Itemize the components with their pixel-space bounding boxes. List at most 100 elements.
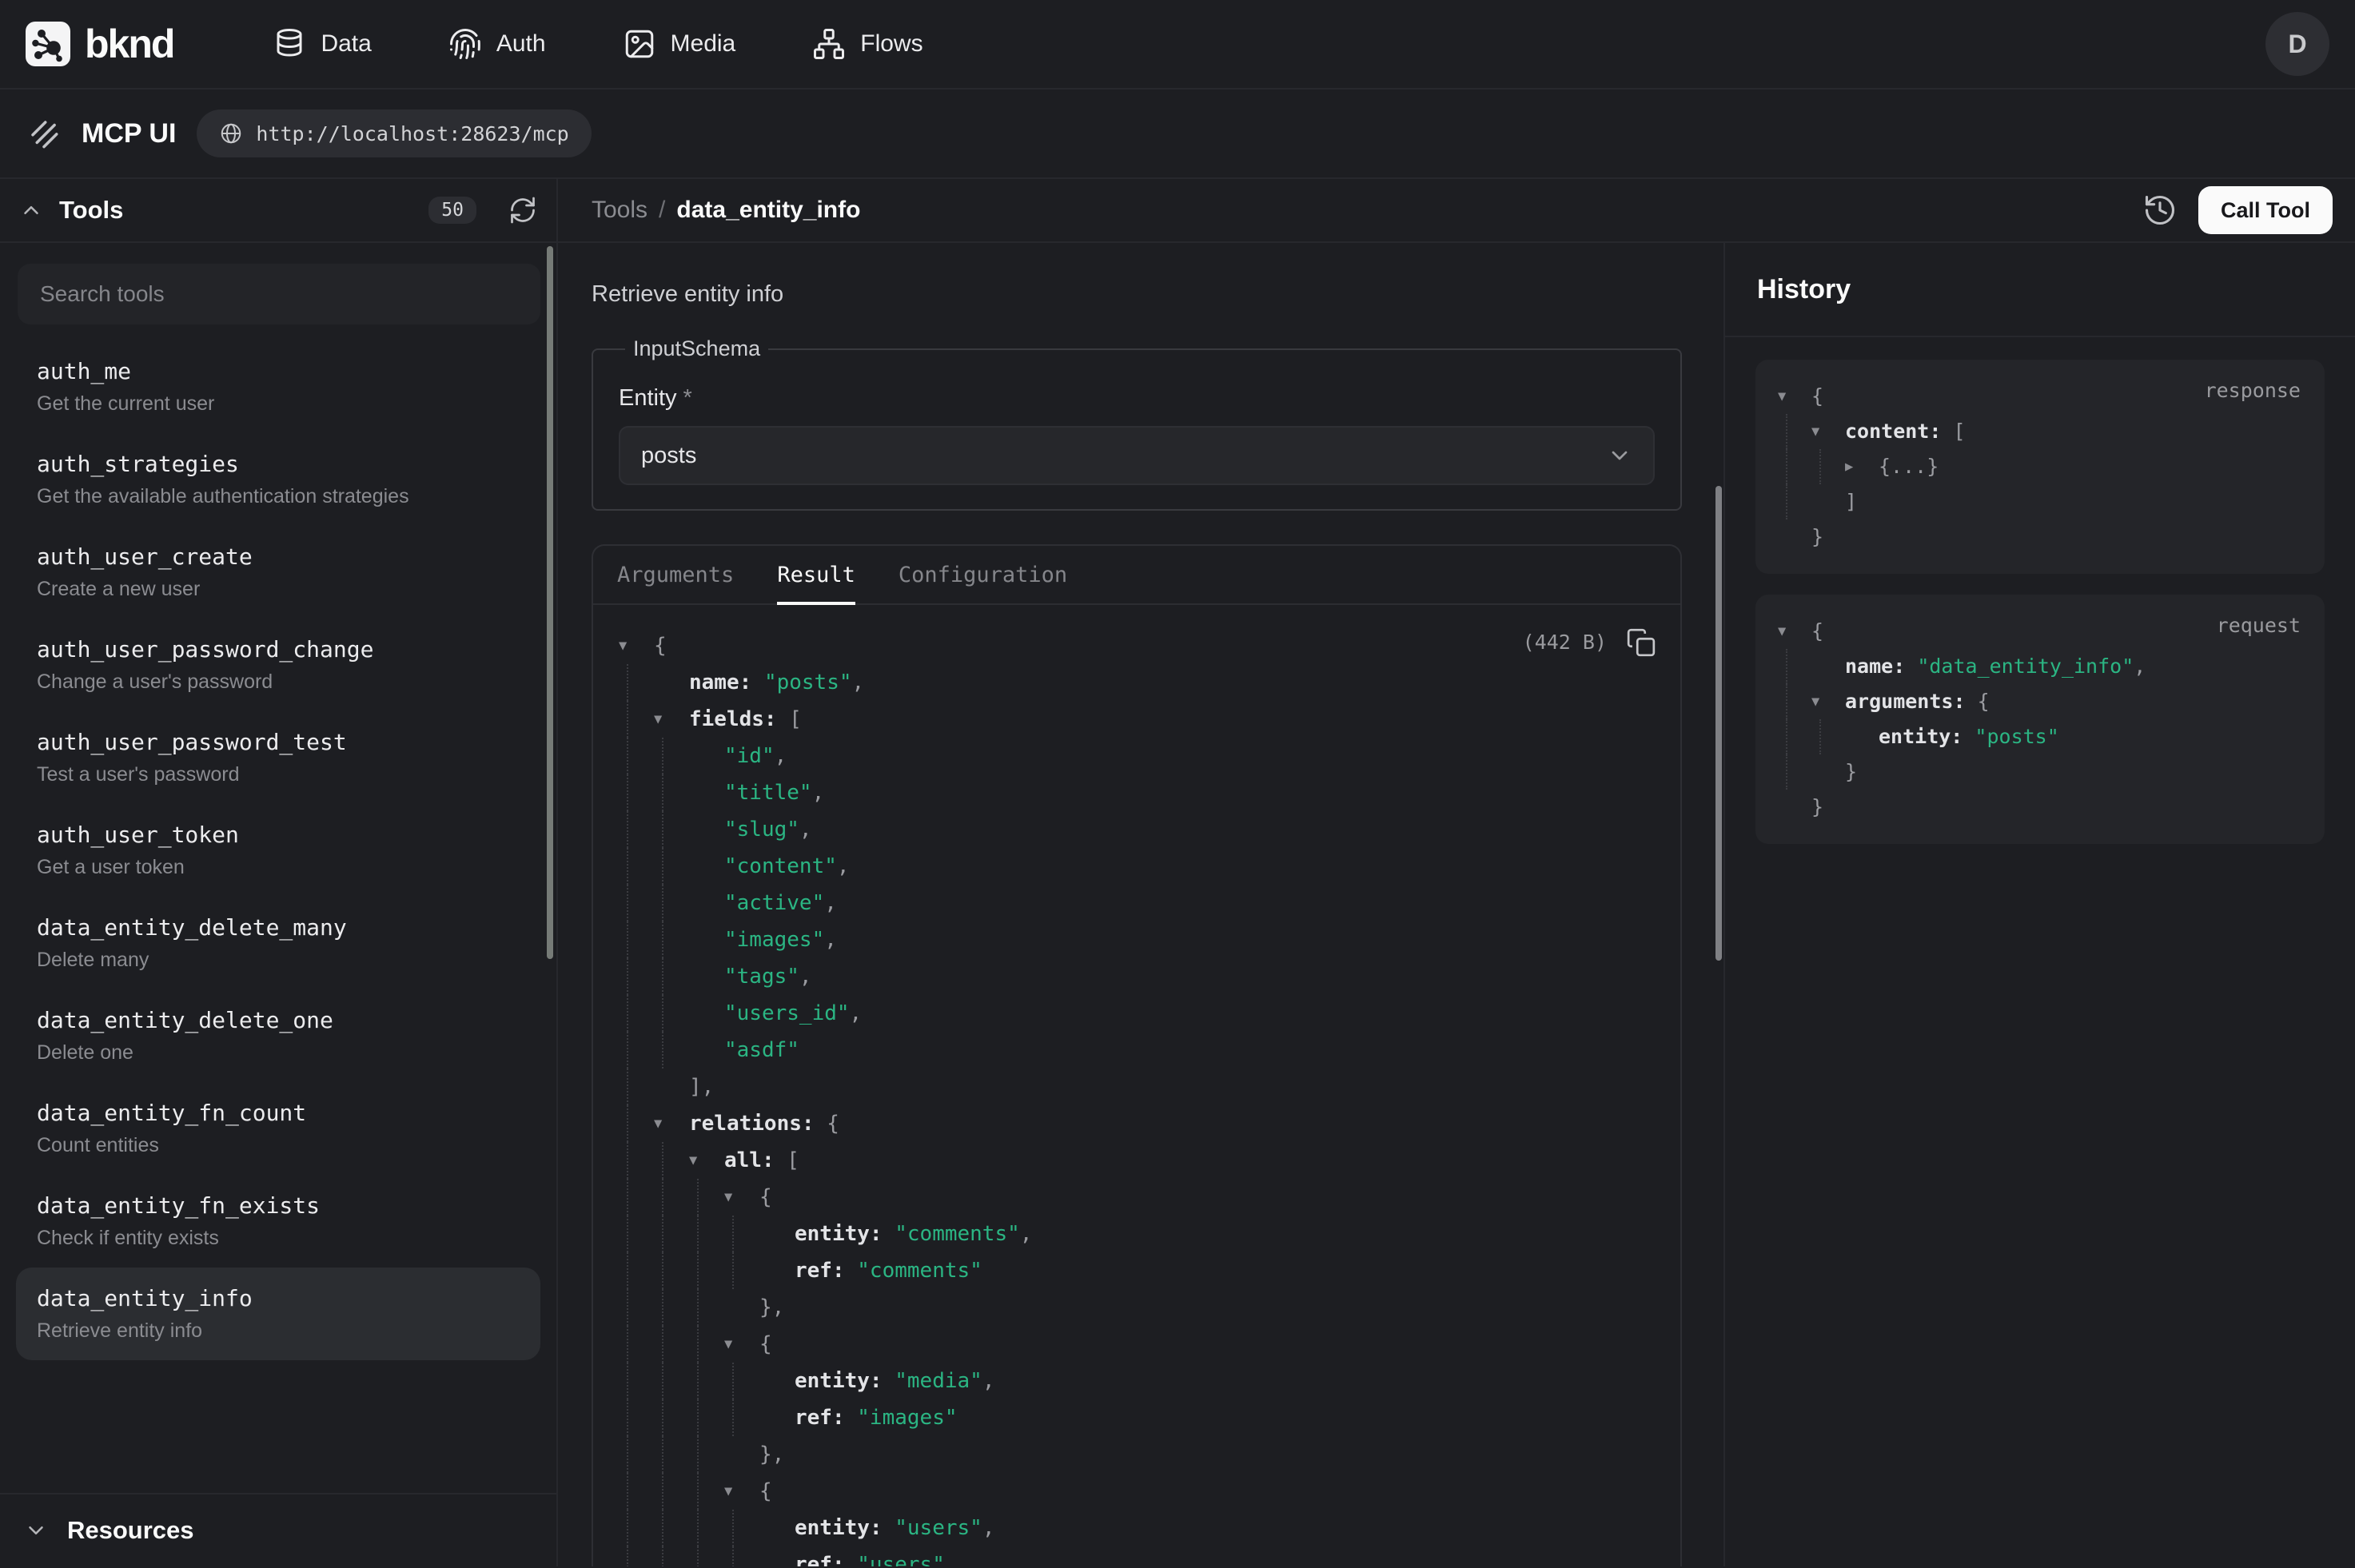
sidebar-scrollbar[interactable] (547, 246, 553, 959)
tab-configuration[interactable]: Configuration (899, 546, 1067, 603)
sidebar-item-auth_user_create[interactable]: auth_user_createCreate a new user (16, 526, 540, 619)
json-string: "data_entity_info" (1917, 655, 2134, 678)
tool-description: Check if entity exists (37, 1227, 520, 1250)
tab-arguments[interactable]: Arguments (617, 546, 734, 603)
indent-guide (654, 1363, 689, 1399)
json-punct: { (1811, 384, 1823, 408)
json-line: }, (619, 1436, 1655, 1473)
collapse-marker-icon[interactable]: ▼ (724, 1179, 759, 1216)
json-key: name: (689, 671, 751, 694)
json-line: ref: "comments" (619, 1252, 1655, 1289)
copy-result-button[interactable] (1626, 627, 1656, 658)
collapse-marker-icon[interactable]: ▼ (724, 1326, 759, 1363)
json-punct: { (759, 1332, 772, 1356)
sidebar-item-data_entity_delete_one[interactable]: data_entity_delete_oneDelete one (16, 989, 540, 1082)
resources-section-header[interactable]: Resources (0, 1493, 556, 1566)
json-string: "comments" (895, 1222, 1020, 1246)
sidebar-item-auth_strategies[interactable]: auth_strategiesGet the available authent… (16, 433, 540, 526)
collapse-marker-icon[interactable]: ▼ (724, 1473, 759, 1510)
nav-item-flows[interactable]: Flows (812, 27, 922, 61)
refresh-tools-button[interactable] (508, 196, 537, 225)
sidebar-item-data_entity_fn_exists[interactable]: data_entity_fn_existsCheck if entity exi… (16, 1175, 540, 1268)
nav-item-auth[interactable]: Auth (448, 27, 546, 61)
history-entry-response[interactable]: response▼{▼content: [▶{...}]} (1755, 360, 2325, 574)
tools-section-title: Tools (59, 196, 123, 225)
result-tabs: Arguments Result Configuration (593, 546, 1680, 605)
nav-item-media[interactable]: Media (623, 27, 736, 61)
expand-marker-icon[interactable]: ▶ (1845, 449, 1879, 484)
json-key: entity: (795, 1369, 883, 1393)
indent-guide (654, 1510, 689, 1546)
breadcrumb-tools[interactable]: Tools (592, 197, 648, 224)
indent-guide (619, 1142, 654, 1179)
collapse-marker-icon[interactable]: ▼ (1811, 414, 1845, 449)
tool-name: data_entity_info (37, 1285, 520, 1311)
indent-guide (619, 885, 654, 921)
tool-name: auth_strategies (37, 451, 520, 477)
collapse-marker-icon[interactable]: ▼ (654, 701, 689, 738)
indent-guide (1778, 719, 1811, 754)
sidebar-item-data_entity_delete_many[interactable]: data_entity_delete_manyDelete many (16, 897, 540, 989)
indent-guide (619, 701, 654, 738)
json-string: "posts" (764, 671, 852, 694)
sidebar-item-auth_user_token[interactable]: auth_user_tokenGet a user token (16, 804, 540, 897)
collapse-marker-icon[interactable]: ▼ (619, 627, 654, 664)
tool-description: Get a user token (37, 856, 520, 879)
json-line: "id", (619, 738, 1655, 774)
sidebar-item-auth_user_password_test[interactable]: auth_user_password_testTest a user's pas… (16, 711, 540, 804)
json-key: all: (724, 1148, 775, 1172)
indent-guide (619, 1473, 654, 1510)
server-url-pill[interactable]: http://localhost:28623/mcp (197, 109, 591, 157)
indent-guide (619, 811, 654, 848)
bknd-logo[interactable]: bknd (26, 21, 173, 67)
indent-guide (619, 848, 654, 885)
sidebar-item-auth_me[interactable]: auth_meGet the current user (16, 340, 540, 433)
json-punct: , (812, 781, 825, 805)
indent-guide (654, 1473, 689, 1510)
sidebar-item-auth_user_password_change[interactable]: auth_user_password_changeChange a user's… (16, 619, 540, 711)
entity-select[interactable]: posts (619, 426, 1655, 485)
json-punct: , (982, 1516, 995, 1540)
indent-guide (619, 1546, 654, 1566)
collapse-marker-icon[interactable]: ▼ (654, 1105, 689, 1142)
json-line: "asdf" (619, 1032, 1655, 1069)
indent-guide (654, 1399, 689, 1436)
json-line: name: "data_entity_info", (1778, 649, 2302, 684)
sidebar-item-data_entity_info[interactable]: data_entity_infoRetrieve entity info (16, 1268, 540, 1360)
indent-guide (619, 958, 654, 995)
indent-guide (1811, 719, 1845, 754)
tool-description: Delete many (37, 949, 520, 972)
tool-description: Change a user's password (37, 671, 520, 694)
indent-guide (619, 1069, 654, 1105)
user-avatar[interactable]: D (2265, 12, 2329, 76)
marker-space (1778, 790, 1811, 825)
indent-guide (619, 664, 654, 701)
indent-guide (654, 958, 689, 995)
collapse-marker-icon[interactable]: ▼ (1811, 684, 1845, 719)
json-punct: } (1811, 525, 1823, 548)
result-scrollbar[interactable] (1715, 486, 1722, 961)
chevron-up-icon[interactable] (19, 198, 43, 222)
json-string: "posts" (1974, 725, 2058, 748)
json-key: entity: (1879, 725, 1962, 748)
json-punct: , (2134, 655, 2146, 678)
tab-result[interactable]: Result (777, 546, 855, 603)
collapse-marker-icon[interactable]: ▼ (689, 1142, 724, 1179)
history-toggle-button[interactable] (2142, 193, 2178, 228)
indent-guide (654, 1252, 689, 1289)
indent-guide (1778, 754, 1811, 790)
collapse-marker-icon[interactable]: ▼ (1778, 379, 1811, 414)
json-string: "media" (895, 1369, 982, 1393)
history-entry-request[interactable]: request▼{name: "data_entity_info",▼argum… (1755, 595, 2325, 844)
sidebar-item-data_entity_fn_count[interactable]: data_entity_fn_countCount entities (16, 1082, 540, 1175)
call-tool-button[interactable]: Call Tool (2198, 186, 2333, 234)
search-input[interactable] (18, 264, 540, 324)
history-entry-type: request (2217, 614, 2301, 637)
json-string: "tags" (724, 965, 799, 989)
json-string: "asdf" (724, 1038, 799, 1062)
nav-item-data[interactable]: Data (273, 27, 371, 61)
collapse-marker-icon[interactable]: ▼ (1778, 614, 1811, 649)
indent-guide (619, 1399, 654, 1436)
json-string: "users" (895, 1516, 982, 1540)
marker-space (1778, 519, 1811, 555)
